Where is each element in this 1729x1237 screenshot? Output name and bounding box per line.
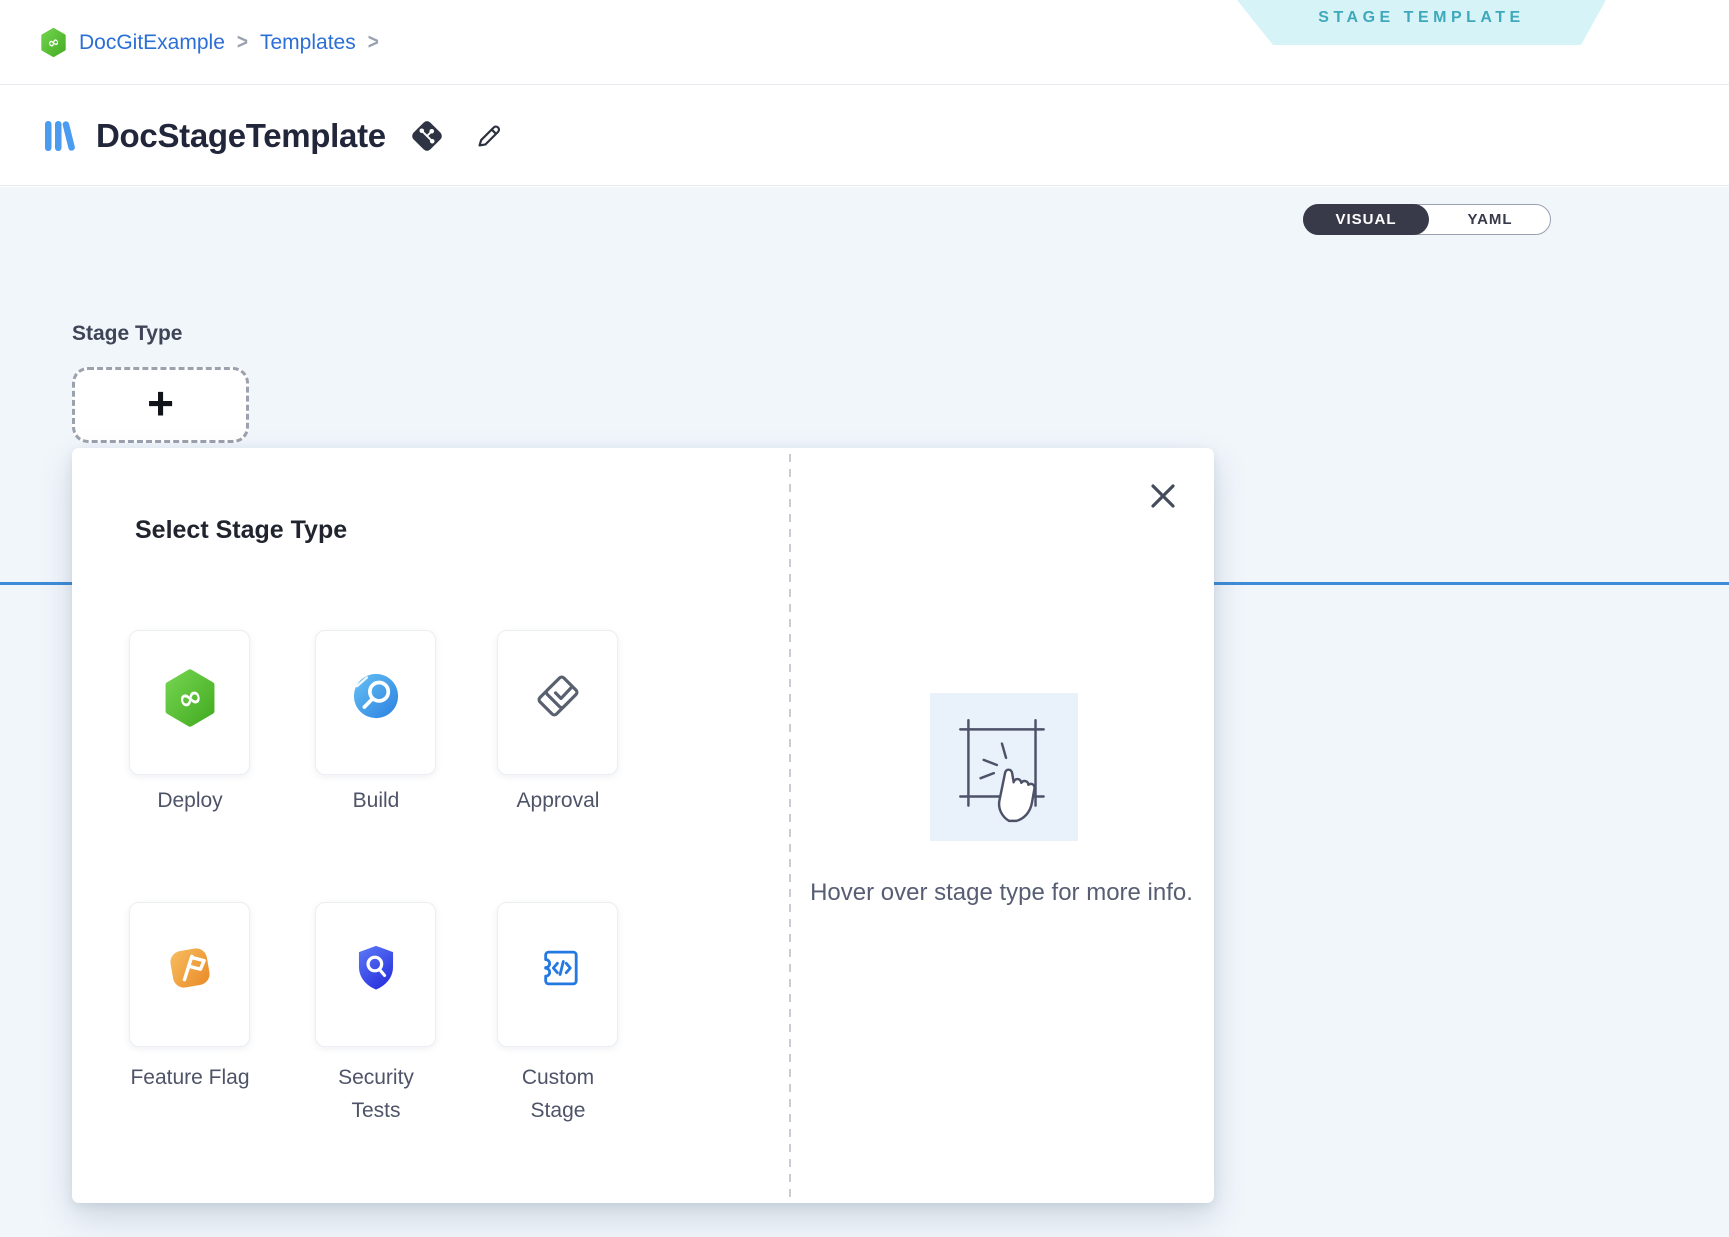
close-icon[interactable]: [1149, 482, 1177, 510]
stage-label-feature-flag: Feature Flag: [130, 1061, 250, 1094]
page-title: DocStageTemplate: [96, 117, 386, 155]
toggle-visual-label: VISUAL: [1335, 211, 1396, 228]
stage-label-approval: Approval: [473, 784, 643, 817]
template-library-icon: [40, 116, 80, 156]
edit-pencil-icon[interactable]: [472, 119, 506, 153]
stage-label-build: Build: [291, 784, 461, 817]
select-stage-type-popover: Select Stage Type ∞: [72, 448, 1214, 1203]
add-stage-button[interactable]: +: [72, 367, 249, 443]
plus-icon: +: [147, 380, 174, 430]
breadcrumb-separator: >: [237, 30, 248, 55]
title-bar: DocStageTemplate VISUAL YAML: [0, 86, 1729, 186]
stage-card-feature-flag[interactable]: [129, 902, 250, 1047]
toggle-visual-selected[interactable]: VISUAL: [1303, 204, 1429, 235]
stage-card-security-tests[interactable]: [315, 902, 436, 1047]
breadcrumb-project-link[interactable]: DocGitExample: [79, 31, 225, 55]
popover-title: Select Stage Type: [135, 516, 347, 545]
project-hexagon-icon: ∞: [40, 28, 67, 57]
breadcrumb: ∞ DocGitExample > Templates >: [40, 0, 379, 85]
stage-label-security-tests: Security Tests: [316, 1061, 436, 1127]
visual-yaml-toggle[interactable]: VISUAL YAML: [1303, 204, 1551, 235]
stage-card-build[interactable]: [315, 630, 436, 775]
hover-info-illustration: [930, 693, 1078, 841]
breadcrumb-separator: >: [368, 30, 379, 55]
click-hand-icon: [948, 707, 1060, 827]
stage-template-badge: STAGE TEMPLATE: [1237, 0, 1606, 45]
stage-type-label: Stage Type: [72, 322, 182, 346]
stage-label-deploy: Deploy: [105, 784, 275, 817]
hover-info-text: Hover over stage type for more info.: [789, 876, 1214, 909]
toggle-yaml-label: YAML: [1467, 211, 1512, 228]
feature-flag-icon: [163, 941, 217, 995]
popover-divider: [789, 454, 791, 1199]
stage-card-custom-stage[interactable]: [497, 902, 618, 1047]
stage-label-custom-stage: Custom Stage: [498, 1061, 618, 1127]
custom-stage-icon: [531, 941, 585, 995]
stage-card-deploy[interactable]: ∞: [129, 630, 250, 775]
stage-card-approval[interactable]: [497, 630, 618, 775]
build-ci-icon: [349, 669, 403, 723]
approval-check-icon: [531, 669, 585, 723]
git-sync-icon: [408, 117, 446, 155]
deploy-hexagon-icon: ∞: [163, 669, 217, 727]
toggle-yaml[interactable]: YAML: [1430, 205, 1550, 234]
security-shield-icon: [351, 941, 401, 995]
stage-template-badge-label: STAGE TEMPLATE: [1318, 9, 1524, 37]
breadcrumb-templates-link[interactable]: Templates: [260, 31, 356, 55]
